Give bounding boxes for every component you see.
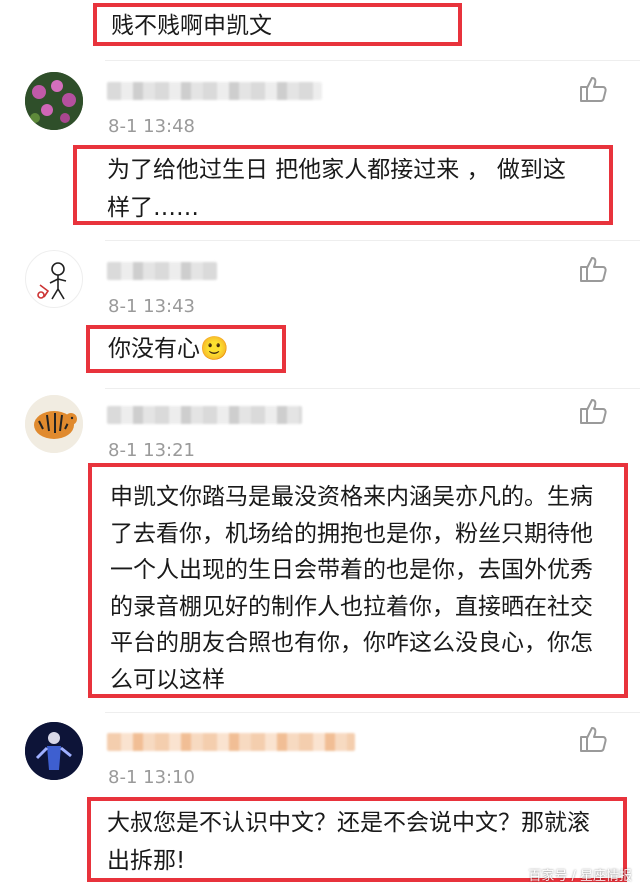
like-button[interactable] xyxy=(578,724,608,754)
comment-timestamp: 8-1 13:43 xyxy=(108,296,195,317)
thumbs-up-icon xyxy=(580,257,607,282)
avatar[interactable] xyxy=(25,250,83,308)
avatar[interactable] xyxy=(25,72,83,130)
like-button[interactable] xyxy=(578,254,608,284)
divider xyxy=(105,60,640,61)
comment-text: 为了给他过生日 把他家人都接过来 ， 做到这样了…… xyxy=(107,157,566,221)
comment-text: 贱不贱啊申凯文 xyxy=(111,13,272,39)
avatar[interactable] xyxy=(25,395,83,453)
username-blurred[interactable] xyxy=(107,262,217,280)
comment-timestamp: 8-1 13:48 xyxy=(108,116,195,137)
comment-text-box: 贱不贱啊申凯文 xyxy=(93,3,462,46)
comment-text: 你没有心🙂 xyxy=(108,336,229,362)
comment-text: 大叔您是不认识中文？还是不会说中文？那就滚出拆那! xyxy=(107,810,590,874)
divider xyxy=(105,240,640,241)
thumbs-up-icon xyxy=(580,727,607,752)
watermark: 百家号 / 星座情报 xyxy=(528,869,632,884)
divider xyxy=(105,712,640,713)
divider xyxy=(105,388,640,389)
like-button[interactable] xyxy=(578,396,608,426)
avatar[interactable] xyxy=(25,722,83,780)
thumbs-up-icon xyxy=(580,399,607,424)
comment-text-box: 为了给他过生日 把他家人都接过来 ， 做到这样了…… xyxy=(73,145,613,225)
username-blurred[interactable] xyxy=(107,733,355,751)
thumbs-up-icon xyxy=(580,77,607,102)
username-blurred[interactable] xyxy=(107,82,322,100)
comment-text-box: 申凯文你踏马是最没资格来内涵吴亦凡的。生病了去看你，机场给的拥抱也是你，粉丝只期… xyxy=(88,463,628,698)
comment-timestamp: 8-1 13:10 xyxy=(108,767,195,788)
comment-text-box: 你没有心🙂 xyxy=(86,325,286,373)
comment-text: 申凯文你踏马是最没资格来内涵吴亦凡的。生病了去看你，机场给的拥抱也是你，粉丝只期… xyxy=(110,484,593,693)
comment-timestamp: 8-1 13:21 xyxy=(108,440,195,461)
username-blurred[interactable] xyxy=(107,406,302,424)
like-button[interactable] xyxy=(578,74,608,104)
